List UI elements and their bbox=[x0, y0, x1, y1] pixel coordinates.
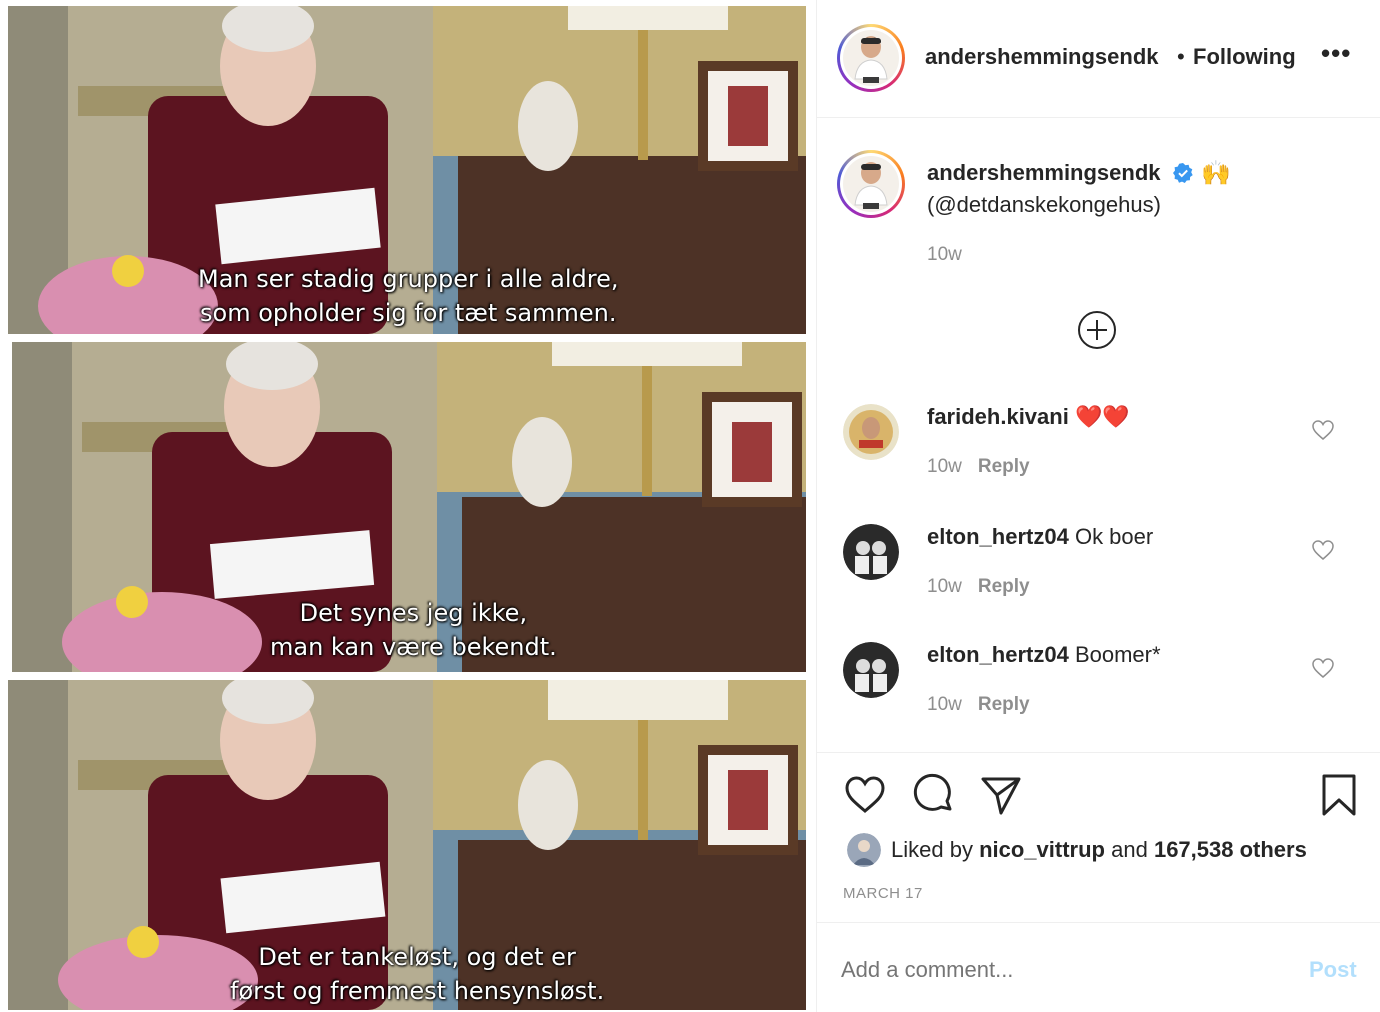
caption-username[interactable]: andershemmingsendk bbox=[927, 160, 1161, 186]
more-options-button[interactable]: ••• bbox=[1321, 38, 1351, 69]
comment-timestamp[interactable]: 10w bbox=[927, 456, 962, 477]
save-bookmark-icon[interactable] bbox=[1317, 773, 1361, 817]
comment-emoji: ❤️❤️ bbox=[1074, 404, 1130, 429]
user-avatar-icon bbox=[843, 404, 899, 460]
comment-timestamp[interactable]: 10w bbox=[927, 576, 962, 597]
separator-dot: • bbox=[1177, 44, 1185, 69]
subtitle: Det synes jeg ikke, man kan være bekendt… bbox=[270, 596, 557, 664]
subtitle-line-2: som opholder sig for tæt sammen. bbox=[200, 299, 617, 327]
video-frame-1: Man ser stadig grupper i alle aldre, som… bbox=[8, 6, 806, 334]
author-username[interactable]: andershemmingsendk bbox=[925, 44, 1159, 70]
video-frame-2: Det synes jeg ikke, man kan være bekendt… bbox=[12, 342, 806, 672]
subtitle-line-2: først og fremmest hensynsløst. bbox=[230, 977, 605, 1005]
subtitle-line-1: Man ser stadig grupper i alle aldre, bbox=[198, 265, 619, 293]
liker-username[interactable]: nico_vittrup bbox=[979, 837, 1105, 862]
comment-text: Boomer* bbox=[1074, 642, 1161, 667]
post-side-panel: andershemmingsendk • Following ••• ander… bbox=[816, 0, 1380, 1012]
commenter-username[interactable]: elton_hertz04 bbox=[927, 642, 1069, 667]
commenter-avatar[interactable] bbox=[843, 404, 899, 460]
user-avatar-icon bbox=[843, 524, 899, 580]
video-frame-3: Det er tankeløst, og det er først og fre… bbox=[8, 680, 806, 1010]
comment-item: elton_hertz04 Ok boer 10w Reply bbox=[817, 524, 1380, 634]
share-paper-plane-icon[interactable] bbox=[979, 773, 1023, 817]
caption-text[interactable]: (@detdanskekongehus) bbox=[927, 192, 1161, 218]
user-avatar-icon bbox=[854, 162, 888, 209]
following-button[interactable]: Following bbox=[1193, 44, 1296, 70]
reply-button[interactable]: Reply bbox=[978, 694, 1030, 715]
comment-like-heart-icon[interactable] bbox=[1311, 418, 1335, 442]
comment-bubble-icon[interactable] bbox=[911, 773, 955, 817]
reply-button[interactable]: Reply bbox=[978, 456, 1030, 477]
add-comment-bar: Post bbox=[817, 922, 1380, 1012]
raising-hands-emoji: 🙌 bbox=[1201, 160, 1231, 187]
comment-item: farideh.kivani ❤️❤️ 10w Reply bbox=[817, 404, 1380, 514]
like-heart-icon[interactable] bbox=[843, 773, 887, 817]
likes-count[interactable]: 167,538 others bbox=[1154, 837, 1307, 862]
verified-badge-icon bbox=[1173, 163, 1193, 183]
post-actions: Liked by nico_vittrup and 167,538 others… bbox=[817, 752, 1380, 922]
comment-item: elton_hertz04 Boomer* 10w Reply bbox=[817, 642, 1380, 752]
comment-like-heart-icon[interactable] bbox=[1311, 656, 1335, 680]
comment-text: Ok boer bbox=[1074, 524, 1154, 549]
reply-button[interactable]: Reply bbox=[978, 576, 1030, 597]
subtitle-line-2: man kan være bekendt. bbox=[270, 633, 557, 661]
load-more-comments-icon[interactable] bbox=[1077, 310, 1117, 350]
caption-avatar[interactable] bbox=[837, 150, 905, 218]
comment-like-heart-icon[interactable] bbox=[1311, 538, 1335, 562]
post-date[interactable]: MARCH 17 bbox=[843, 885, 923, 902]
likes-conjunction: and bbox=[1111, 837, 1148, 862]
likes-summary[interactable]: Liked by nico_vittrup and 167,538 others bbox=[891, 837, 1307, 863]
commenter-avatar[interactable] bbox=[843, 642, 899, 698]
commenter-username[interactable]: farideh.kivani bbox=[927, 404, 1069, 429]
author-avatar[interactable] bbox=[837, 24, 905, 92]
post-header: andershemmingsendk • Following ••• bbox=[817, 0, 1380, 118]
caption-timestamp[interactable]: 10w bbox=[927, 244, 962, 266]
subtitle: Det er tankeløst, og det er først og fre… bbox=[230, 940, 604, 1008]
commenter-avatar[interactable] bbox=[843, 524, 899, 580]
subtitle-line-1: Det er tankeløst, og det er bbox=[258, 943, 576, 971]
likes-prefix: Liked by bbox=[891, 837, 973, 862]
subtitle: Man ser stadig grupper i alle aldre, som… bbox=[198, 262, 619, 330]
user-avatar-icon bbox=[847, 833, 881, 867]
liker-avatar[interactable] bbox=[847, 833, 881, 867]
commenter-username[interactable]: elton_hertz04 bbox=[927, 524, 1069, 549]
subtitle-line-1: Det synes jeg ikke, bbox=[299, 599, 528, 627]
add-comment-input[interactable] bbox=[841, 957, 1261, 983]
user-avatar-icon bbox=[843, 642, 899, 698]
user-avatar-icon bbox=[854, 36, 888, 83]
post-media[interactable]: Man ser stadig grupper i alle aldre, som… bbox=[0, 0, 812, 1012]
comment-timestamp[interactable]: 10w bbox=[927, 694, 962, 715]
post-comment-button[interactable]: Post bbox=[1309, 957, 1357, 983]
